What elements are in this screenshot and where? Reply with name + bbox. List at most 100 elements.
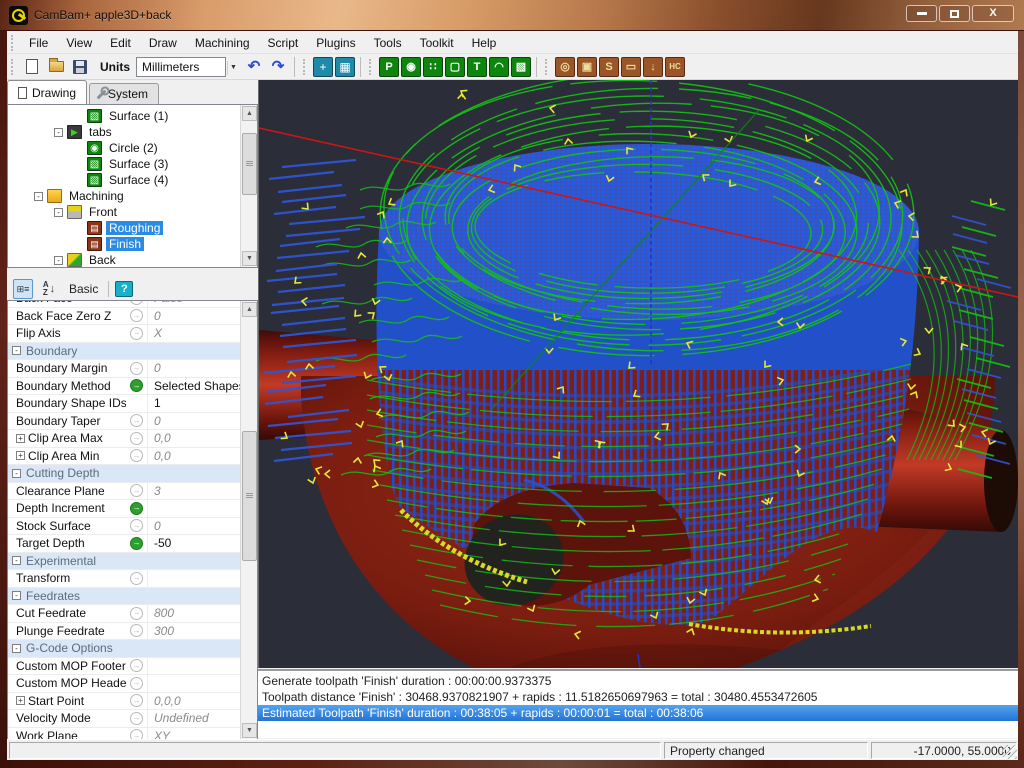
default-value-icon[interactable]: → [130,677,143,690]
scroll-down-icon[interactable]: ▼ [242,251,257,266]
default-value-icon[interactable]: → [130,362,143,375]
alphabetical-sort-icon[interactable]: AZ↓ [39,279,59,299]
log-line-1[interactable]: Generate toolpath 'Finish' duration : 00… [258,673,1018,689]
draw-surface-icon[interactable]: ▧ [511,57,531,77]
redo-icon[interactable]: ↷ [267,56,289,78]
tree-item-finish[interactable]: ▤Finish [8,236,257,252]
default-value-icon[interactable]: → [130,309,143,322]
property-value[interactable]: 0 [148,309,240,323]
pg-scroll-thumb[interactable] [242,431,257,561]
categorized-view-icon[interactable]: ⊞≡ [13,279,33,299]
expand-icon[interactable]: + [16,451,25,460]
property-start-point[interactable]: +Start Point→0,0,0 [8,693,240,711]
tab-drawing[interactable]: Drawing [7,80,87,104]
property-cut-feedrate[interactable]: Cut Feedrate→800 [8,605,240,623]
property-value[interactable]: 3 [148,484,240,498]
draw-circle-icon[interactable]: ◉ [401,57,421,77]
expand-icon[interactable]: + [16,434,25,443]
property-boundary-taper[interactable]: Boundary Taper→0 [8,413,240,431]
property-stock-surface[interactable]: Stock Surface→0 [8,518,240,536]
points-icon[interactable]: ∷ [423,57,443,77]
default-value-icon[interactable]: → [130,519,143,532]
arc-icon[interactable]: ◠ [489,57,509,77]
grid-icon[interactable]: ▦ [335,57,355,77]
tree-item-surface-4[interactable]: ▧Surface (4) [8,172,257,188]
property-clip-area-min[interactable]: +Clip Area Min→0,0 [8,448,240,466]
menu-machining[interactable]: Machining [186,33,259,53]
propgrid-scrollbar[interactable]: ▲ ▼ [240,301,257,739]
property-value[interactable]: 1 [148,396,240,410]
default-value-icon[interactable]: → [130,327,143,340]
menu-view[interactable]: View [57,33,101,53]
collapse-icon[interactable]: - [12,556,21,565]
property-boundary-margin[interactable]: Boundary Margin→0 [8,360,240,378]
lathe-mop-icon[interactable]: ▭ [621,57,641,77]
tree-item-circle-2[interactable]: ◉Circle (2) [8,140,257,156]
property-value[interactable]: False [148,300,240,305]
menu-script[interactable]: Script [259,33,308,53]
set-value-icon[interactable]: → [130,379,143,392]
resize-grip[interactable] [1003,745,1017,759]
open-file-icon[interactable] [45,56,67,78]
pg-scroll-down-icon[interactable]: ▼ [242,723,257,738]
undo-icon[interactable]: ↶ [243,56,265,78]
property-clearance-plane[interactable]: Clearance Plane→3 [8,483,240,501]
category-cutting-depth[interactable]: -Cutting Depth [8,465,240,483]
log-line-2[interactable]: Toolpath distance 'Finish' : 30468.93708… [258,689,1018,705]
property-value[interactable]: 0 [148,361,240,375]
text-icon[interactable]: T [467,57,487,77]
collapse-icon[interactable]: - [12,346,21,355]
menu-draw[interactable]: Draw [140,33,186,53]
property-transform[interactable]: Transform→ [8,570,240,588]
property-value[interactable]: X [148,326,240,340]
collapse-icon[interactable]: - [12,644,21,653]
tree-item-roughing[interactable]: ▤Roughing [8,220,257,236]
tree-scrollbar[interactable]: ▲ ▼ [240,105,257,267]
units-combobox[interactable]: Millimeters ▼ [136,57,226,77]
property-value[interactable]: 300 [148,624,240,638]
property-value[interactable]: Undefined [148,711,240,725]
default-value-icon[interactable]: → [130,572,143,585]
drill-mop-icon[interactable]: ↓ [643,57,663,77]
minimize-button[interactable] [906,5,937,22]
title-bar[interactable]: CamBam+ apple3D+back X [0,0,1024,31]
close-button[interactable]: X [972,5,1014,22]
property-velocity-mode[interactable]: Velocity Mode→Undefined [8,710,240,728]
property-value[interactable]: 0,0,0 [148,694,240,708]
menu-edit[interactable]: Edit [101,33,140,53]
rectangle-icon[interactable]: ▢ [445,57,465,77]
pg-scroll-up-icon[interactable]: ▲ [242,302,257,317]
chevron-down-icon[interactable]: ▼ [227,61,239,75]
default-value-icon[interactable]: → [130,484,143,497]
property-depth-increment[interactable]: Depth Increment→ [8,500,240,518]
property-value[interactable]: 0,0 [148,431,240,445]
property-value[interactable]: 0 [148,519,240,533]
set-value-icon[interactable]: → [130,537,143,550]
expand-icon[interactable]: + [16,696,25,705]
property-back-face[interactable]: Back Face→False [8,300,240,308]
set-value-icon[interactable]: → [130,502,143,515]
tree-item-surface-1[interactable]: ▧Surface (1) [8,108,257,124]
default-value-icon[interactable]: → [130,659,143,672]
default-value-icon[interactable]: → [130,624,143,637]
property-value[interactable]: 0,0 [148,449,240,463]
tree-item-surface-3[interactable]: ▧Surface (3) [8,156,257,172]
category-g-code-options[interactable]: -G-Code Options [8,640,240,658]
view-mode-label[interactable]: Basic [65,282,102,296]
default-value-icon[interactable]: → [130,432,143,445]
tree-toggle-icon[interactable]: - [54,208,63,217]
property-value[interactable]: 0 [148,414,240,428]
collapse-icon[interactable]: - [12,591,21,600]
default-value-icon[interactable]: → [130,300,143,305]
tree-toggle-icon[interactable]: - [54,128,63,137]
polyline-icon[interactable]: P [379,57,399,77]
property-target-depth[interactable]: Target Depth→-50 [8,535,240,553]
tree-toggle-icon[interactable]: - [34,192,43,201]
profile-mop-icon[interactable]: ◎ [555,57,575,77]
engrave-mop-icon[interactable]: S [599,57,619,77]
collapse-icon[interactable]: - [12,469,21,478]
tree-item-tabs[interactable]: -▶tabs [8,124,257,140]
property-custom-mop-header[interactable]: Custom MOP Header→ [8,675,240,693]
property-boundary-method[interactable]: Boundary Method→Selected Shapes [8,378,240,396]
menu-tools[interactable]: Tools [365,33,411,53]
